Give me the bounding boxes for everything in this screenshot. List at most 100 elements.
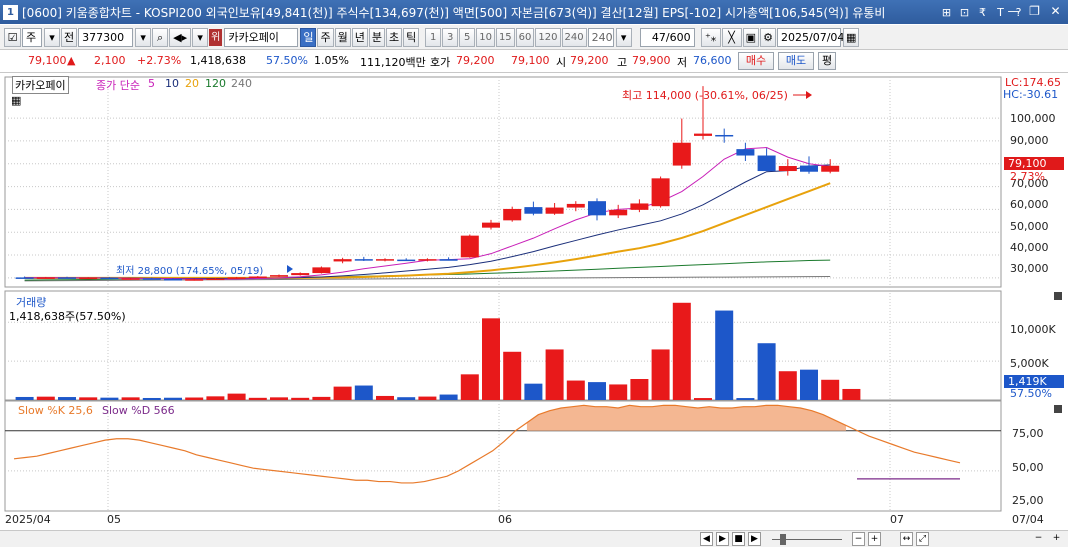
interval-10[interactable]: 10 [476,27,495,47]
panel-close-icon [1054,292,1062,300]
pin-icon[interactable]: ₹ [977,6,988,19]
turnover-rate: 1.05% [314,54,349,67]
screen-icon[interactable]: ⊡ [959,6,970,19]
buy-button[interactable]: 매수 [738,52,774,70]
ma10-label[interactable]: 10 [165,77,179,90]
scroll-left-button[interactable]: ◀ [700,532,713,546]
ma-label[interactable]: 종가 단순 [96,77,140,93]
volume-panel-frame [4,290,1002,401]
layout-icon[interactable]: ⊞ [941,6,952,19]
crosshair-icon[interactable]: ╳ [721,27,742,47]
interval-120[interactable]: 120 [535,27,561,47]
ma240-label[interactable]: 240 [231,77,252,90]
evaluate-button[interactable]: 평 [818,52,836,70]
chevron-down-icon[interactable]: ▾ [135,27,152,47]
volume-bar [58,397,76,400]
candle-body [333,259,352,262]
period-year[interactable]: 년 [351,27,368,47]
table-icon[interactable]: ▦ [11,94,21,107]
volume-bar [778,371,797,400]
high-annotation: 최고 114,000 (-30.61%, 06/25) [622,89,788,102]
checkbox-icon[interactable]: ☑ [4,27,21,47]
stock-name-field[interactable]: 카카오페이 [224,27,299,47]
stock-code-input[interactable]: 377300 [78,27,134,47]
prev-button[interactable]: 전 [61,27,78,47]
bottom-scroll-bar[interactable]: ◀ ▶ ■ ▶ − + ↔ ⤢ − + [0,530,1068,547]
volume-bar [736,398,755,400]
fit-button[interactable]: ↔ [900,532,913,546]
stoch-k-label[interactable]: Slow %K 25,6 [18,404,93,417]
period-second[interactable]: 초 [385,27,403,47]
candle-body [58,277,76,279]
interval-select[interactable]: 240 [587,27,614,47]
period-tick[interactable]: 틱 [403,27,420,47]
chevron-down-icon[interactable]: ▾ [192,27,209,47]
save-icon[interactable]: ▣ [742,27,759,47]
ma120-label[interactable]: 120 [205,77,226,90]
interval-3[interactable]: 3 [442,27,459,47]
ask-price: 79,100 [511,54,550,67]
price-info-row: 79,100 ▲ 2,100 +2.73% 1,418,638 57.50% 1… [0,51,1068,73]
chevron-down-icon[interactable]: ▾ [44,27,60,47]
period-day[interactable]: 일 [300,27,317,47]
chart-canvas[interactable] [0,74,1068,530]
speaker-icon[interactable]: ◀▸ [169,27,192,47]
calendar-icon[interactable]: ▦ [843,27,860,47]
interval-5[interactable]: 5 [459,27,476,47]
trade-amount: 111,120백만 [360,56,426,69]
add-indicator-icon[interactable]: ⁺⁎ [700,27,721,47]
stop-button[interactable]: ■ [732,532,745,546]
candle-body [694,133,712,136]
gear-icon[interactable]: ⚙ [760,27,776,47]
ma5-label[interactable]: 5 [148,77,155,90]
chart-area[interactable]: 카카오페이 종가 단순 5 10 20 120 240 ▦ LC:174.65 … [0,74,1068,530]
zoom-in-button[interactable]: + [868,532,881,546]
volume-bar [79,397,98,400]
minimize-icon[interactable]: — [1005,3,1022,19]
period-week[interactable]: 주 [317,27,334,47]
y-tick: 50,000 [1010,220,1049,233]
volume-bar [206,396,225,400]
volume-bar [36,396,55,400]
expand-button[interactable]: ⤢ [916,532,929,546]
window-controls: — ❐ ✕ [1005,3,1064,19]
plus-button[interactable]: + [1050,532,1063,546]
search-icon[interactable]: ⌕ [152,27,169,47]
x-right-label: 07/04 [1012,513,1044,526]
close-icon[interactable]: ✕ [1047,3,1064,19]
window-title: [0600] 키움종합차트 - KOSPI200 외국인보유[49,841(천)… [22,5,886,20]
play-button[interactable]: ▶ [748,532,761,546]
stock-tag[interactable]: 카카오페이 [12,76,69,94]
minus-button[interactable]: − [1032,532,1045,546]
window-number-badge[interactable]: 1 [3,4,18,20]
low-label: 저 [677,56,688,69]
stoch-d-label[interactable]: Slow %D 566 [102,404,175,417]
volume-bar [651,349,670,400]
interval-240[interactable]: 240 [561,27,587,47]
interval-15[interactable]: 15 [495,27,515,47]
count-input[interactable]: 47/600 [639,27,695,47]
market-type-select[interactable]: 주 [22,27,42,47]
zoom-out-button[interactable]: − [852,532,865,546]
period-month[interactable]: 월 [334,27,351,47]
date-input[interactable]: 2025/07/04 [777,27,844,47]
volume-bar [418,396,437,400]
count-total: /600 [665,30,691,44]
volume-bar [185,397,204,400]
zoom-slider-handle[interactable] [780,534,786,545]
volume-bar [630,379,649,400]
current-pct-tag: 2.73% [1010,170,1045,183]
volume-bar [609,384,628,400]
low-arrow-head [287,265,293,273]
interval-60[interactable]: 60 [515,27,535,47]
ma20-label[interactable]: 20 [185,77,199,90]
chevron-down-icon[interactable]: ▾ [615,27,632,47]
volume-bar [227,393,246,400]
stoch-overbought-fill [526,405,847,431]
sell-button[interactable]: 매도 [778,52,814,70]
scroll-right-button[interactable]: ▶ [716,532,729,546]
interval-1[interactable]: 1 [425,27,442,47]
candle-body [270,275,288,277]
period-minute[interactable]: 분 [368,27,385,47]
restore-icon[interactable]: ❐ [1026,3,1043,19]
